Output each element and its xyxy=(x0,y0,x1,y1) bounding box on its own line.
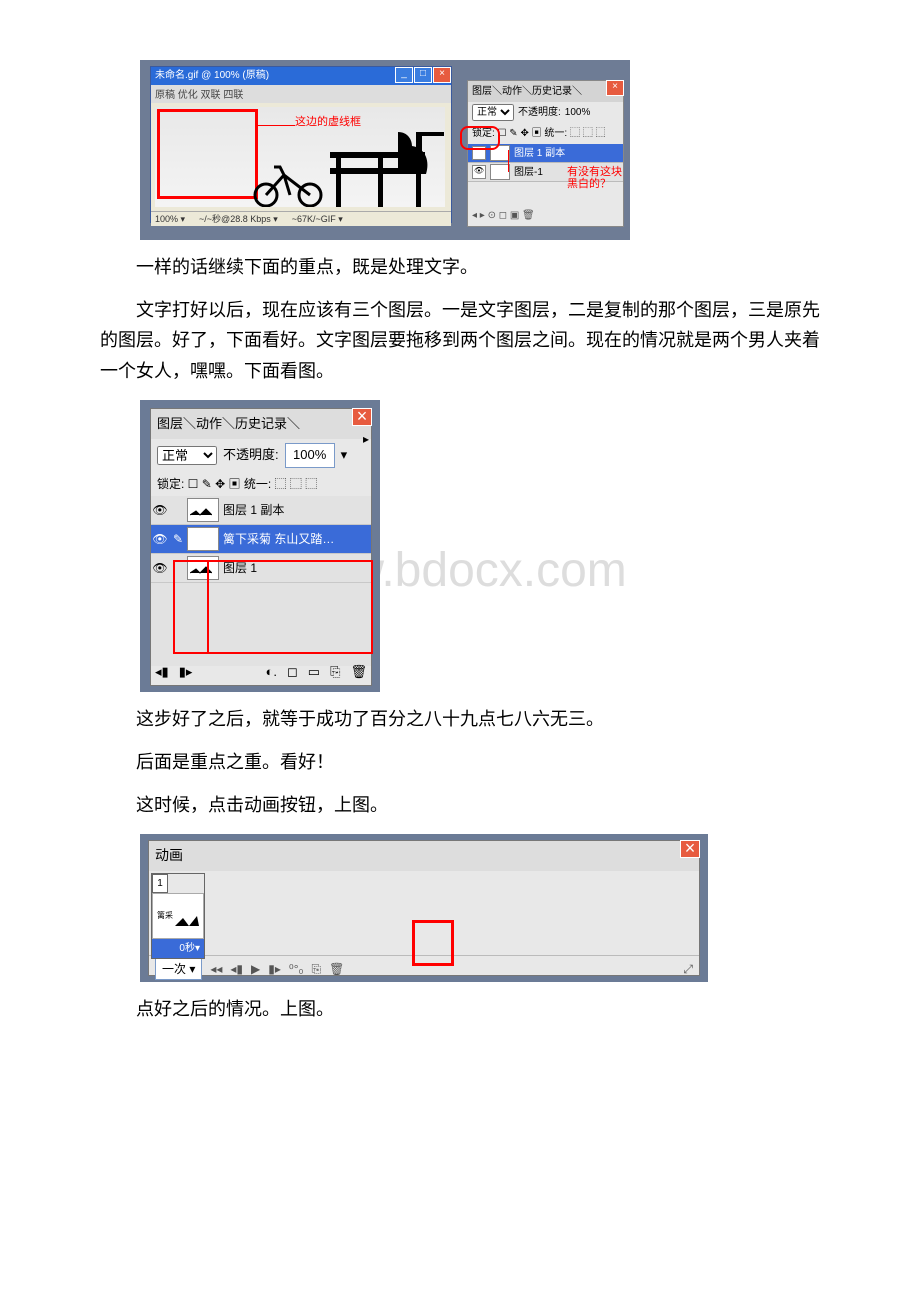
first-frame-icon[interactable]: ◂◂ xyxy=(210,959,222,979)
red-arrow-line xyxy=(255,125,295,126)
silhouette-artwork xyxy=(245,127,445,207)
layer-name: 图层 1 副本 xyxy=(514,145,565,162)
panel-footer: ◂▮ ▮▸ ◐. ◻ ▭ ⎘ 🗑 xyxy=(155,661,367,683)
red-annotation-line xyxy=(508,150,509,172)
window-titlebar: 未命名.gif @ 100% (原稿) _ □ × xyxy=(151,67,451,85)
close-icon[interactable]: × xyxy=(352,408,372,426)
status-download-time[interactable]: ~/~秒@28.8 Kbps ▾ xyxy=(199,212,278,226)
layer-name: 图层 1 副本 xyxy=(223,500,284,520)
fx-icon[interactable]: ◐. xyxy=(266,661,277,683)
panel-tabs[interactable]: 图层＼动作＼历史记录＼ xyxy=(468,81,623,102)
layers-panel: × ▸ 图层＼动作＼历史记录＼ 正常 不透明度: 100% ▾ 锁定: ☐ ✎ … xyxy=(150,408,372,686)
tween-icon[interactable]: ⁰°₀ xyxy=(289,959,304,979)
loop-select[interactable]: 一次 ▾ xyxy=(155,958,202,980)
red-circle-annotation xyxy=(460,126,500,150)
layer-list: 👁 图层 1 副本 👁 ✎ T 篱下采菊 东山又踏… � xyxy=(151,496,371,666)
new-layer-icon[interactable]: ⎘ xyxy=(330,661,340,683)
frame-back-icon[interactable]: ◂▮ xyxy=(155,661,169,683)
close-icon[interactable]: × xyxy=(433,67,451,83)
bicycle-silhouette xyxy=(250,157,330,207)
panel-tabs[interactable]: 图层＼动作＼历史记录＼ xyxy=(151,409,371,439)
blend-opacity-row: 正常 不透明度: 100% xyxy=(468,102,623,123)
blend-opacity-row: 正常 不透明度: 100% ▾ xyxy=(151,439,371,471)
prev-frame-icon[interactable]: ◂▮ xyxy=(230,959,243,979)
opacity-label: 不透明度: xyxy=(518,104,561,121)
imageready-window: 未命名.gif @ 100% (原稿) _ □ × 原稿 优化 双联 四联 这边… xyxy=(150,66,452,223)
red-annotation-box xyxy=(173,560,209,654)
trash-icon[interactable]: 🗑 xyxy=(329,959,344,979)
resize-grip-icon[interactable]: ⤢ xyxy=(683,959,693,979)
close-icon[interactable]: × xyxy=(680,840,700,858)
screenshot-layers-panel: × ▸ 图层＼动作＼历史记录＼ 正常 不透明度: 100% ▾ 锁定: ☐ ✎ … xyxy=(140,400,380,692)
red-annotation-box xyxy=(157,109,258,199)
red-annotation-box xyxy=(412,920,454,966)
animation-tab[interactable]: 动画 xyxy=(149,841,699,871)
svg-text:篱采: 篱采 xyxy=(157,910,173,920)
lock-row[interactable]: 锁定: ☐ ✎ ✥ ▣ 统一: ⬚ ⬚ ⬚ xyxy=(151,472,371,496)
frame-thumbnail: 篱采 xyxy=(152,893,204,939)
layer-thumbnail xyxy=(490,164,510,180)
blend-mode-select[interactable]: 正常 xyxy=(472,104,514,121)
trash-icon[interactable]: 🗑 xyxy=(350,661,367,683)
layer-row[interactable]: 👁 图层 1 副本 xyxy=(151,496,371,525)
visibility-icon[interactable]: 👁 xyxy=(151,529,169,549)
status-bar: 100% ▾ ~/~秒@28.8 Kbps ▾ ~67K/~GIF ▾ xyxy=(151,211,451,226)
canvas-area: 这边的虚线框 xyxy=(155,107,445,207)
red-annotation-box xyxy=(207,560,373,654)
paragraph: 这时候，点击动画按钮，上图。 xyxy=(100,790,820,821)
preview-tabs[interactable]: 原稿 优化 双联 四联 xyxy=(151,85,451,103)
paragraph: 一样的话继续下面的重点，既是处理文字。 xyxy=(100,252,820,283)
mask-icon[interactable]: ◻ xyxy=(287,661,298,683)
opacity-value[interactable]: 100% xyxy=(285,443,335,467)
new-frame-icon[interactable]: ⎘ xyxy=(312,959,322,979)
visibility-icon[interactable]: 👁 xyxy=(151,558,169,578)
text-layer-icon: T xyxy=(187,527,219,551)
frame-number: 1 xyxy=(152,874,168,893)
paragraph: 这步好了之后，就等于成功了百分之八十九点七八六无三。 xyxy=(100,704,820,735)
visibility-icon[interactable]: 👁 xyxy=(472,165,486,179)
folder-icon[interactable]: ▭ xyxy=(308,661,320,683)
annotation-line1: 有没有这块 xyxy=(567,166,622,178)
frame-duration[interactable]: 0秒▾ xyxy=(152,939,204,958)
red-annotation-text: 有没有这块 黑白的？ xyxy=(567,166,622,190)
status-zoom[interactable]: 100% ▾ xyxy=(155,212,185,226)
annotation-line2: 黑白的？ xyxy=(567,178,611,190)
screenshot-animation-panel: × ▸ 动画 1 篱采 0秒▾ 一次 ▾ ◂◂ ◂▮ xyxy=(140,834,708,982)
animation-frame[interactable]: 1 篱采 0秒▾ xyxy=(151,873,205,959)
panel-footer-icons[interactable]: ◂ ▸ ⊙ ◻ ▣ 🗑 xyxy=(472,207,619,224)
paragraph: 后面是重点之重。看好！ xyxy=(100,747,820,778)
frame-fwd-icon[interactable]: ▮▸ xyxy=(179,661,193,683)
panel-menu-icon[interactable]: ▸ xyxy=(363,429,369,449)
bench-person-silhouette xyxy=(330,132,445,207)
layer-name: 图层-1 xyxy=(514,164,543,181)
blend-mode-select[interactable]: 正常 xyxy=(157,446,217,465)
opacity-label: 不透明度: xyxy=(223,444,279,466)
minimize-icon[interactable]: _ xyxy=(395,67,413,83)
link-cell[interactable]: ✎ xyxy=(169,529,187,549)
status-filesize[interactable]: ~67K/~GIF ▾ xyxy=(292,212,343,226)
visibility-icon[interactable]: 👁 xyxy=(151,500,169,520)
window-buttons: _ □ × xyxy=(395,67,451,85)
layers-panel-small: × 图层＼动作＼历史记录＼ 正常 不透明度: 100% 锁定: ☐ ✎ ✥ ▣ … xyxy=(467,80,624,227)
layer-thumbnail xyxy=(187,498,219,522)
close-icon[interactable]: × xyxy=(606,80,624,96)
layer-row-selected[interactable]: 👁 ✎ T 篱下采菊 东山又踏… xyxy=(151,525,371,554)
layer-name: 篱下采菊 东山又踏… xyxy=(223,529,334,549)
paragraph: 文字打好以后，现在应该有三个图层。一是文字图层，二是复制的那个图层，三是原先的图… xyxy=(100,295,820,387)
play-icon[interactable]: ▶ xyxy=(251,959,260,979)
screenshot-imageready-with-layers: 未命名.gif @ 100% (原稿) _ □ × 原稿 优化 双联 四联 这边… xyxy=(140,60,630,240)
maximize-icon[interactable]: □ xyxy=(414,67,432,83)
paragraph: 点好之后的情况。上图。 xyxy=(100,994,820,1025)
window-title: 未命名.gif @ 100% (原稿) xyxy=(155,67,269,85)
opacity-value[interactable]: 100% xyxy=(565,104,591,121)
next-frame-icon[interactable]: ▮▸ xyxy=(268,959,281,979)
opacity-dropdown-icon[interactable]: ▾ xyxy=(341,444,348,466)
